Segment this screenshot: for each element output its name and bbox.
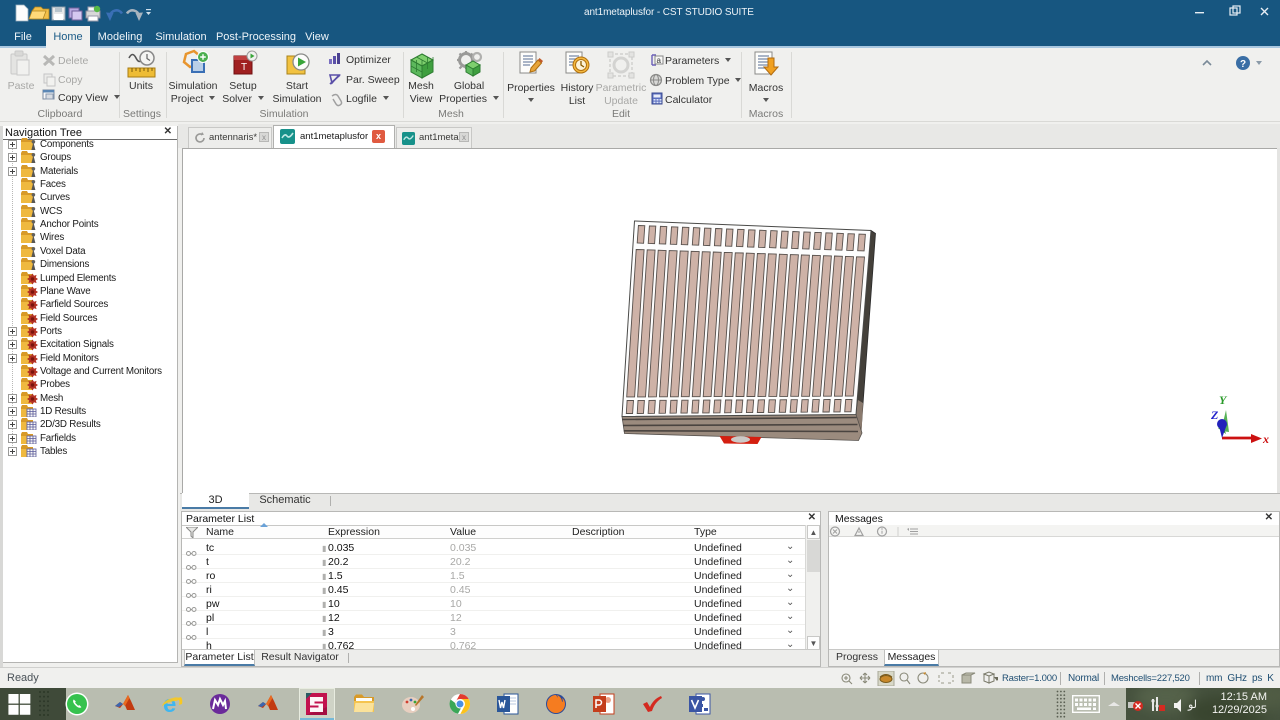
svg-text:a: a [657, 56, 662, 65]
svg-text:Z: Z [1210, 408, 1219, 422]
svg-text:Y: Y [1219, 393, 1228, 407]
svg-text:T: T [241, 62, 247, 73]
svg-text:?: ? [1240, 59, 1246, 70]
svg-text:x: x [1262, 432, 1269, 446]
